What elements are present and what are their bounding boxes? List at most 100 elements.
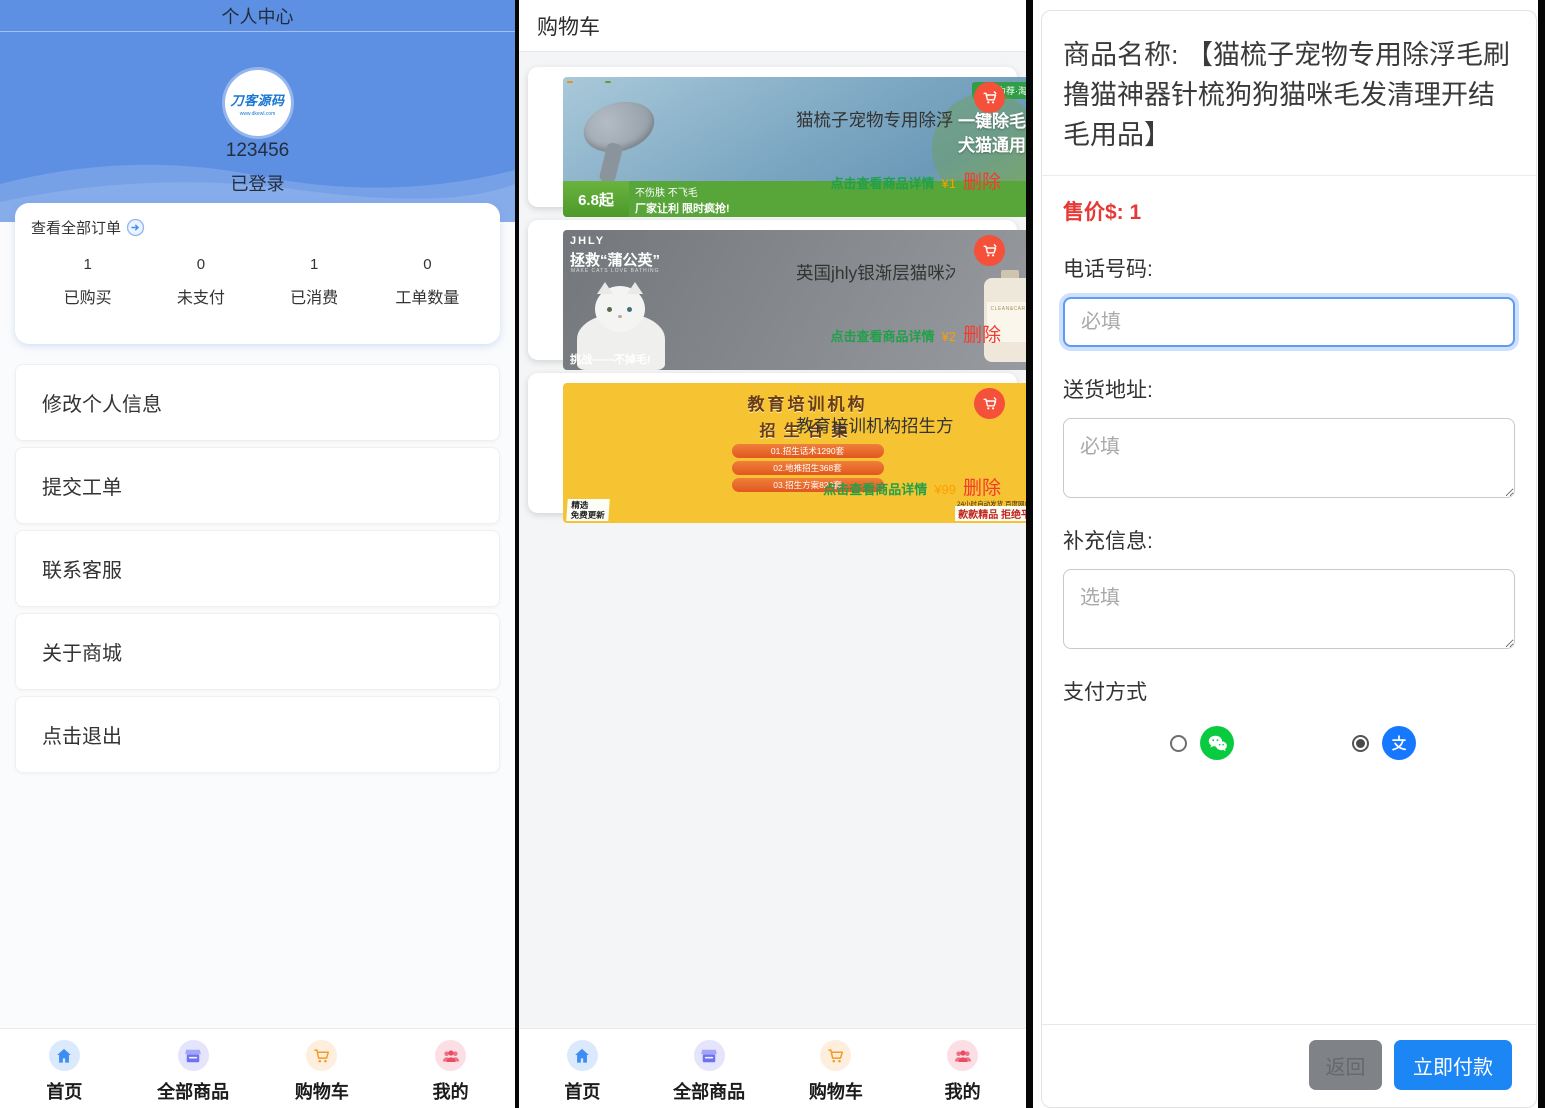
view-all-orders[interactable]: 查看全部订单 [31,217,484,238]
image-brand: JHLY [570,235,605,247]
bottom-nav: 首页 全部商品 [519,1028,1026,1108]
view-all-orders-label: 查看全部订单 [31,217,121,238]
cart-item-actions: 点击查看商品详情 ¥99 删除 [823,473,1001,500]
stat-label: 工单数量 [395,284,459,308]
alipay-icon [1382,726,1416,760]
arrow-circle-icon[interactable] [126,218,145,237]
cart-item-actions: 点击查看商品详情 ¥2 删除 [831,320,1002,347]
view-detail-link[interactable]: 点击查看商品详情 [831,326,935,345]
stat-consumed: 1 已消费 [258,256,371,308]
cart-header: 购物车 [519,0,1026,52]
cat-illustration [627,307,632,312]
cart-icon [820,1040,851,1071]
stat-value: 0 [197,256,205,273]
product-title: 教育培训机构招生方... [796,413,955,438]
nav-item-all-products[interactable]: 全部商品 [646,1029,773,1108]
image-title: 招生合集 [563,417,1026,441]
cart-item-education: 教育培训机构 招生合集 01.招生话术1290套 02.地推招生368套 03.… [528,373,1017,513]
pay-now-button[interactable]: 立即付款 [1394,1040,1512,1090]
image-headline: 拯救“蒲公英” [570,249,660,270]
stat-label: 已购买 [64,284,112,308]
stat-tickets: 0 工单数量 [371,256,484,308]
cat-illustration [618,315,622,318]
menu-item-edit-profile[interactable]: 修改个人信息 [15,364,500,441]
view-detail-link[interactable]: 点击查看商品详情 [831,173,935,192]
screen-edge [1538,0,1545,1108]
promo-badge [567,81,573,83]
sale-price: 售价$: 1 [1063,196,1515,226]
menu-item-contact-support[interactable]: 联系客服 [15,530,500,607]
product-title: 猫梳子宠物专用除浮... [796,107,955,132]
bottle-label-text: CLEAN&CARE [991,306,1026,312]
avatar-logo-url: www.dkewl.com [240,111,276,117]
bottom-nav: 首页 全部商品 [0,1028,515,1108]
alipay-radio[interactable] [1352,735,1369,752]
menu-item-logout[interactable]: 点击退出 [15,696,500,773]
cart-title: 购物车 [537,11,600,41]
delete-button[interactable]: 删除 [963,320,1001,347]
item-price: ¥1 [942,176,956,191]
address-textarea[interactable] [1063,418,1515,498]
stat-purchased: 1 已购买 [31,256,144,308]
image-footer-text: 挑战——不掉毛! [570,351,651,367]
nav-item-mine[interactable]: 我的 [386,1029,515,1108]
nav-label: 购物车 [295,1078,349,1104]
payment-options [1170,726,1536,760]
delete-button[interactable]: 删除 [963,167,1001,194]
nav-item-all-products[interactable]: 全部商品 [129,1029,258,1108]
cart-list: 新货力荐·淘工厂 一键除毛 犬猫通用 6.8起 不伤肤 不飞毛 厂家让利 限时疯… [519,52,1026,513]
menu-item-label: 修改个人信息 [42,388,162,417]
stat-value: 1 [83,256,91,273]
profile-screen: 个人中心 刀客源码 www.dkewl.com 123456 已登录 查看全部订… [0,0,515,1108]
product-image-shampoo[interactable]: JHLY 拯救“蒲公英” MAKE CATS LOVE BATHING CLEA… [563,230,1026,370]
item-price: ¥99 [934,482,956,497]
nav-item-cart[interactable]: 购物车 [773,1029,900,1108]
add-to-cart-icon[interactable] [974,388,1005,419]
home-icon [567,1040,598,1071]
shop-icon [178,1040,209,1071]
payment-option-alipay[interactable] [1352,726,1416,760]
nav-item-home[interactable]: 首页 [519,1029,646,1108]
back-button[interactable]: 返回 [1309,1040,1382,1090]
menu-item-submit-ticket[interactable]: 提交工单 [15,447,500,524]
nav-item-cart[interactable]: 购物车 [258,1029,387,1108]
nav-label: 首页 [564,1078,600,1104]
nav-label: 我的 [433,1078,469,1104]
extra-info-textarea[interactable] [1063,569,1515,649]
login-status: 已登录 [0,170,515,196]
menu-item-label: 点击退出 [42,720,122,749]
payment-option-wechat[interactable] [1170,726,1234,760]
username: 123456 [0,140,515,162]
product-image-education[interactable]: 教育培训机构 招生合集 01.招生话术1290套 02.地推招生368套 03.… [563,383,1026,523]
avatar: 刀客源码 www.dkewl.com [225,70,291,136]
profile-title: 个人中心 [222,3,294,29]
profile-menu: 修改个人信息 提交工单 联系客服 关于商城 点击退出 [15,364,500,773]
cart-item-actions: 点击查看商品详情 ¥1 删除 [831,167,1002,194]
cart-icon [306,1040,337,1071]
wechat-icon [1200,726,1234,760]
phone-input[interactable] [1063,297,1515,347]
delete-button[interactable]: 删除 [963,473,1001,500]
nav-label: 全部商品 [157,1078,229,1104]
image-footer-line: 厂家让利 限时疯抢! [635,200,1026,216]
add-to-cart-icon[interactable] [974,235,1005,266]
image-tag: 精选 [571,500,606,510]
profile-header: 个人中心 [0,0,515,32]
menu-item-label: 提交工单 [42,471,122,500]
add-to-cart-icon[interactable] [974,82,1005,113]
view-detail-link[interactable]: 点击查看商品详情 [823,479,927,498]
image-price: 6.8起 [563,181,629,217]
checkout-screen: 商品名称: 【猫梳子宠物专用除浮毛刷撸猫神器针梳狗狗猫咪毛发清理开结毛用品】 售… [1033,0,1538,1108]
image-tags: 精选 免费更新 [566,499,610,521]
menu-item-about-mall[interactable]: 关于商城 [15,613,500,690]
nav-item-mine[interactable]: 我的 [899,1029,1026,1108]
image-footer-text: 款款精品 拒绝平庸 [955,506,1026,521]
image-headline: 犬猫通用 [958,131,1026,156]
wechat-radio[interactable] [1170,735,1187,752]
cat-illustration [607,307,612,312]
nav-item-home[interactable]: 首页 [0,1029,129,1108]
app: 个人中心 刀客源码 www.dkewl.com 123456 已登录 查看全部订… [0,0,1545,1108]
stat-value: 1 [310,256,318,273]
orders-card: 查看全部订单 1 已购买 0 未支付 1 [15,203,500,344]
product-image-brush[interactable]: 新货力荐·淘工厂 一键除毛 犬猫通用 6.8起 不伤肤 不飞毛 厂家让利 限时疯… [563,77,1026,217]
